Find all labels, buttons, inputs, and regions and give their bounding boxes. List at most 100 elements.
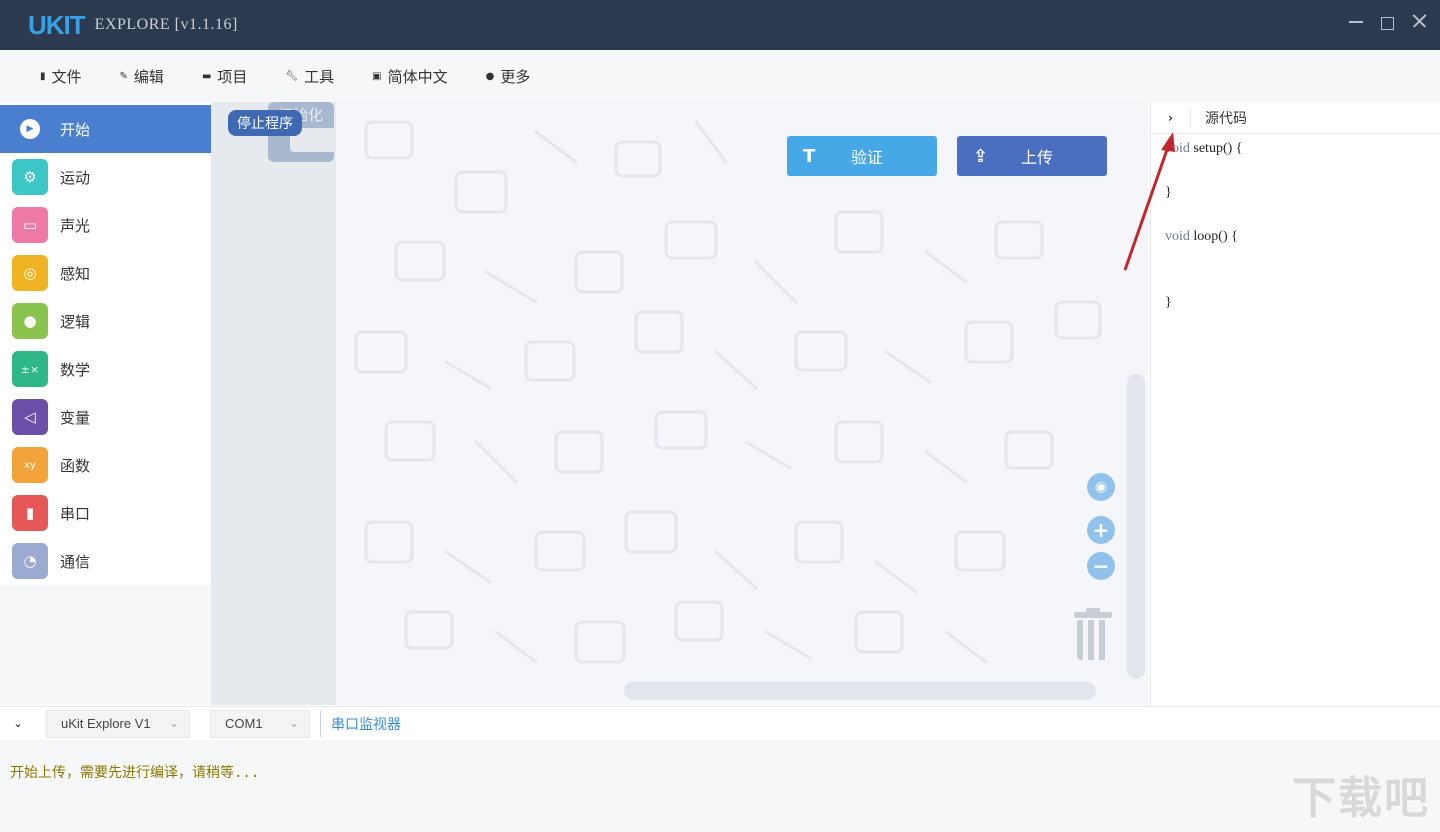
category-label: 变量 bbox=[60, 408, 91, 427]
verify-button[interactable]: T 验证 bbox=[787, 136, 937, 176]
category-variable[interactable]: ◁ 变量 bbox=[0, 393, 211, 441]
console-output: 开始上传，需要先进行编译，请稍等... 下载吧 bbox=[0, 740, 1440, 832]
category-label: 串口 bbox=[60, 504, 91, 523]
title-bar: UKIT EXPLORE [v1.1.16] bbox=[0, 0, 1440, 50]
category-label: 运动 bbox=[60, 168, 91, 187]
category-label: 逻辑 bbox=[60, 312, 91, 331]
category-label: 数学 bbox=[60, 360, 91, 379]
folder-icon: ▬ bbox=[201, 70, 212, 82]
upload-icon: ⇪ bbox=[973, 145, 989, 167]
category-label: 通信 bbox=[60, 552, 91, 571]
upload-label: 上传 bbox=[1021, 148, 1054, 167]
close-icon[interactable] bbox=[1412, 14, 1426, 28]
category-function[interactable]: xy 函数 bbox=[0, 441, 211, 489]
chevron-down-icon: ⌄ bbox=[288, 715, 299, 730]
board-select-value: uKit Explore V1 bbox=[61, 716, 151, 731]
edit-icon: ✎ bbox=[119, 70, 128, 82]
trash-icon[interactable] bbox=[1074, 608, 1112, 660]
code-view[interactable]: void setup() { } void loop() { } bbox=[1151, 134, 1440, 314]
minimize-icon[interactable] bbox=[1349, 14, 1363, 28]
menu-label: 编辑 bbox=[133, 67, 164, 86]
menu-label: 项目 bbox=[217, 67, 248, 86]
play-icon: ▶ bbox=[12, 111, 48, 147]
menu-label: 简体中文 bbox=[387, 67, 448, 86]
menu-language[interactable]: ▣ 简体中文 bbox=[372, 66, 447, 87]
annotation-arrow bbox=[1123, 132, 1175, 271]
usb-icon: ▮ bbox=[12, 495, 48, 531]
watermark: 下载吧 bbox=[1292, 773, 1430, 824]
hammer-icon: T bbox=[803, 145, 816, 167]
target-icon: ◎ bbox=[12, 255, 48, 291]
source-code-panel: › 源代码 void setup() { } void loop() { } bbox=[1123, 102, 1440, 705]
code-line: void loop() { bbox=[1165, 229, 1238, 244]
chevron-down-icon: ⌄ bbox=[168, 715, 179, 730]
code-line: void setup() { bbox=[1165, 141, 1243, 156]
verify-label: 验证 bbox=[851, 148, 884, 167]
menu-tools[interactable]: 🔧︎ 工具 bbox=[285, 66, 334, 87]
block-workspace[interactable]: T 验证 ⇪ 上传 ◉ + − bbox=[336, 102, 1148, 705]
stop-program-block[interactable]: 停止程序 bbox=[228, 110, 302, 136]
category-start[interactable]: ▶ 开始 bbox=[0, 105, 211, 153]
zoom-in-icon[interactable]: + bbox=[1087, 516, 1115, 544]
menu-more[interactable]: ● 更多 bbox=[486, 66, 531, 87]
menu-file[interactable]: ▮ 文件 bbox=[40, 66, 82, 87]
menu-edit[interactable]: ✎ 编辑 bbox=[120, 66, 164, 87]
category-label: 开始 bbox=[60, 120, 91, 139]
app-title: EXPLORE [v1.1.16] bbox=[94, 16, 238, 33]
function-icon: xy bbox=[12, 447, 48, 483]
upload-button[interactable]: ⇪ 上传 bbox=[957, 136, 1107, 176]
code-line: } bbox=[1165, 295, 1172, 310]
collapse-console-icon[interactable]: ⌄ bbox=[0, 717, 36, 730]
category-communication[interactable]: ◔ 通信 bbox=[0, 537, 211, 585]
vertical-scrollbar[interactable] bbox=[1127, 374, 1145, 679]
divider bbox=[320, 710, 321, 737]
collapse-code-panel-icon[interactable]: › bbox=[1151, 108, 1191, 127]
maximize-icon[interactable] bbox=[1381, 17, 1394, 30]
app-logo: UKIT bbox=[28, 9, 86, 40]
window-controls bbox=[1349, 14, 1426, 30]
variable-icon: ◁ bbox=[12, 399, 48, 435]
monitor-icon: ▭ bbox=[12, 207, 48, 243]
category-math[interactable]: ±× 数学 bbox=[0, 345, 211, 393]
horizontal-scrollbar[interactable] bbox=[624, 682, 1096, 700]
category-serial[interactable]: ▮ 串口 bbox=[0, 489, 211, 537]
category-label: 感知 bbox=[60, 264, 91, 283]
category-sensing[interactable]: ◎ 感知 bbox=[0, 249, 211, 297]
wrench-icon: 🔧︎ bbox=[285, 70, 299, 82]
language-icon: ▣ bbox=[372, 70, 382, 82]
code-panel-header: › 源代码 bbox=[1151, 102, 1440, 134]
zoom-out-icon[interactable]: − bbox=[1087, 552, 1115, 580]
menu-label: 工具 bbox=[304, 67, 335, 86]
category-label: 函数 bbox=[60, 456, 91, 475]
menu-bar: ▮ 文件 ✎ 编辑 ▬ 项目 🔧︎ 工具 ▣ 简体中文 ● 更多 bbox=[0, 50, 1440, 102]
calculator-icon: ±× bbox=[12, 351, 48, 387]
board-select[interactable]: uKit Explore V1 ⌄ bbox=[46, 709, 190, 738]
port-select-value: COM1 bbox=[225, 716, 263, 731]
status-bar: ⌄ uKit Explore V1 ⌄ COM1 ⌄ 串口监视器 bbox=[0, 706, 1440, 740]
file-icon: ▮ bbox=[40, 70, 46, 82]
category-sound-light[interactable]: ▭ 声光 bbox=[0, 201, 211, 249]
motor-icon: ⚙ bbox=[12, 159, 48, 195]
console-message: 开始上传，需要先进行编译，请稍等... bbox=[10, 765, 260, 781]
menu-label: 更多 bbox=[500, 67, 531, 86]
category-logic[interactable]: ● 逻辑 bbox=[0, 297, 211, 345]
menu-project[interactable]: ▬ 项目 bbox=[202, 66, 247, 87]
recenter-icon[interactable]: ◉ bbox=[1087, 473, 1115, 501]
bulb-icon: ● bbox=[12, 303, 48, 339]
satellite-icon: ◔ bbox=[12, 543, 48, 579]
code-panel-title: 源代码 bbox=[1205, 110, 1247, 127]
category-motion[interactable]: ⚙ 运动 bbox=[0, 153, 211, 201]
block-category-sidebar: ▶ 开始 ⚙ 运动 ▭ 声光 ◎ 感知 ● 逻辑 ±× 数学 ◁ 变量 xy 函… bbox=[0, 105, 212, 705]
category-label: 声光 bbox=[60, 216, 91, 235]
port-select[interactable]: COM1 ⌄ bbox=[210, 709, 310, 738]
serial-monitor-link[interactable]: 串口监视器 bbox=[331, 714, 401, 734]
menu-label: 文件 bbox=[51, 67, 82, 86]
robot-parts-background bbox=[354, 120, 1102, 664]
help-icon: ● bbox=[485, 70, 495, 82]
code-line: } bbox=[1165, 185, 1172, 200]
block-flyout bbox=[212, 102, 336, 705]
